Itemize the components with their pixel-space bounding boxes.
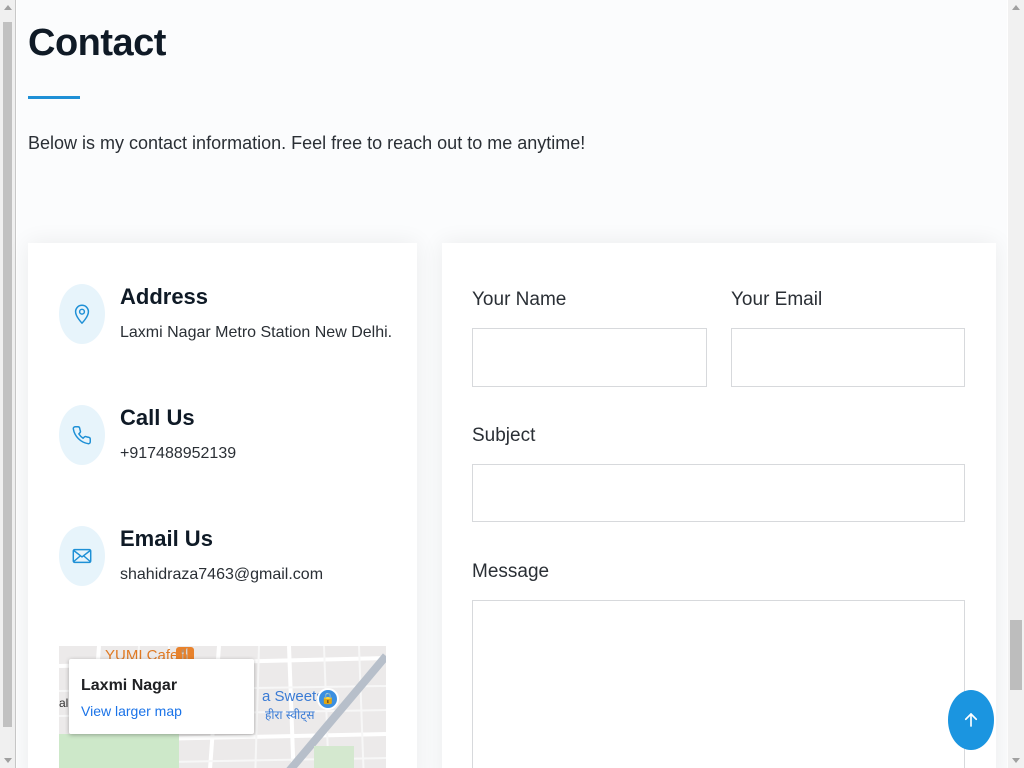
- message-label: Message: [472, 561, 550, 582]
- contact-form-card: Your Name Your Email Subject Message: [442, 243, 996, 768]
- message-textarea[interactable]: [472, 600, 965, 768]
- address-heading: Address: [120, 284, 209, 309]
- email-label: Your Email: [731, 289, 823, 310]
- contact-info-card: Address Laxmi Nagar Metro Station New De…: [28, 243, 417, 768]
- arrow-up-icon: [964, 713, 978, 727]
- email-address[interactable]: shahidraza7463@gmail.com: [120, 566, 323, 584]
- scrollbar-thumb[interactable]: [3, 22, 12, 727]
- map-label-sweets: a Sweets: [262, 688, 324, 705]
- email-input[interactable]: [731, 328, 965, 387]
- envelope-icon: [59, 526, 105, 586]
- call-heading: Call Us: [120, 405, 195, 430]
- phone-number[interactable]: +917488952139: [120, 445, 236, 463]
- map-place-name: Laxmi Nagar: [81, 677, 178, 694]
- left-scrollbar[interactable]: [0, 0, 16, 768]
- subject-label: Subject: [472, 425, 536, 446]
- shopping-bag-icon[interactable]: 🔒: [317, 688, 339, 710]
- scroll-down-arrow-icon[interactable]: [4, 758, 12, 763]
- scroll-up-arrow-icon[interactable]: [1012, 5, 1020, 10]
- contact-section: Contact Below is my contact information.…: [17, 0, 1007, 768]
- map-label-edge: al: [59, 696, 69, 710]
- phone-icon: [59, 405, 105, 465]
- page-title: Contact: [28, 22, 166, 64]
- scroll-up-arrow-icon[interactable]: [4, 5, 12, 10]
- name-input[interactable]: [472, 328, 707, 387]
- subject-input[interactable]: [472, 464, 965, 522]
- right-scrollbar[interactable]: [1008, 0, 1024, 768]
- view-larger-map-link[interactable]: View larger map: [81, 703, 182, 719]
- address-text: Laxmi Nagar Metro Station New Delhi.: [120, 324, 393, 341]
- embedded-map[interactable]: YUMI Cafe 🍴 a Sweets हीरा स्वीट्स 🔒 al L…: [59, 646, 386, 768]
- name-label: Your Name: [472, 289, 567, 310]
- map-label-sweets-hindi: हीरा स्वीट्स: [265, 708, 315, 722]
- intro-text: Below is my contact information. Feel fr…: [28, 133, 586, 153]
- scroll-down-arrow-icon[interactable]: [1012, 758, 1020, 763]
- map-pin-icon: [59, 284, 105, 344]
- title-underline: [28, 96, 80, 99]
- map-info-popup: Laxmi Nagar View larger map: [69, 659, 254, 734]
- back-to-top-button[interactable]: [948, 690, 994, 750]
- scrollbar-thumb[interactable]: [1010, 620, 1022, 690]
- email-heading: Email Us: [120, 526, 213, 551]
